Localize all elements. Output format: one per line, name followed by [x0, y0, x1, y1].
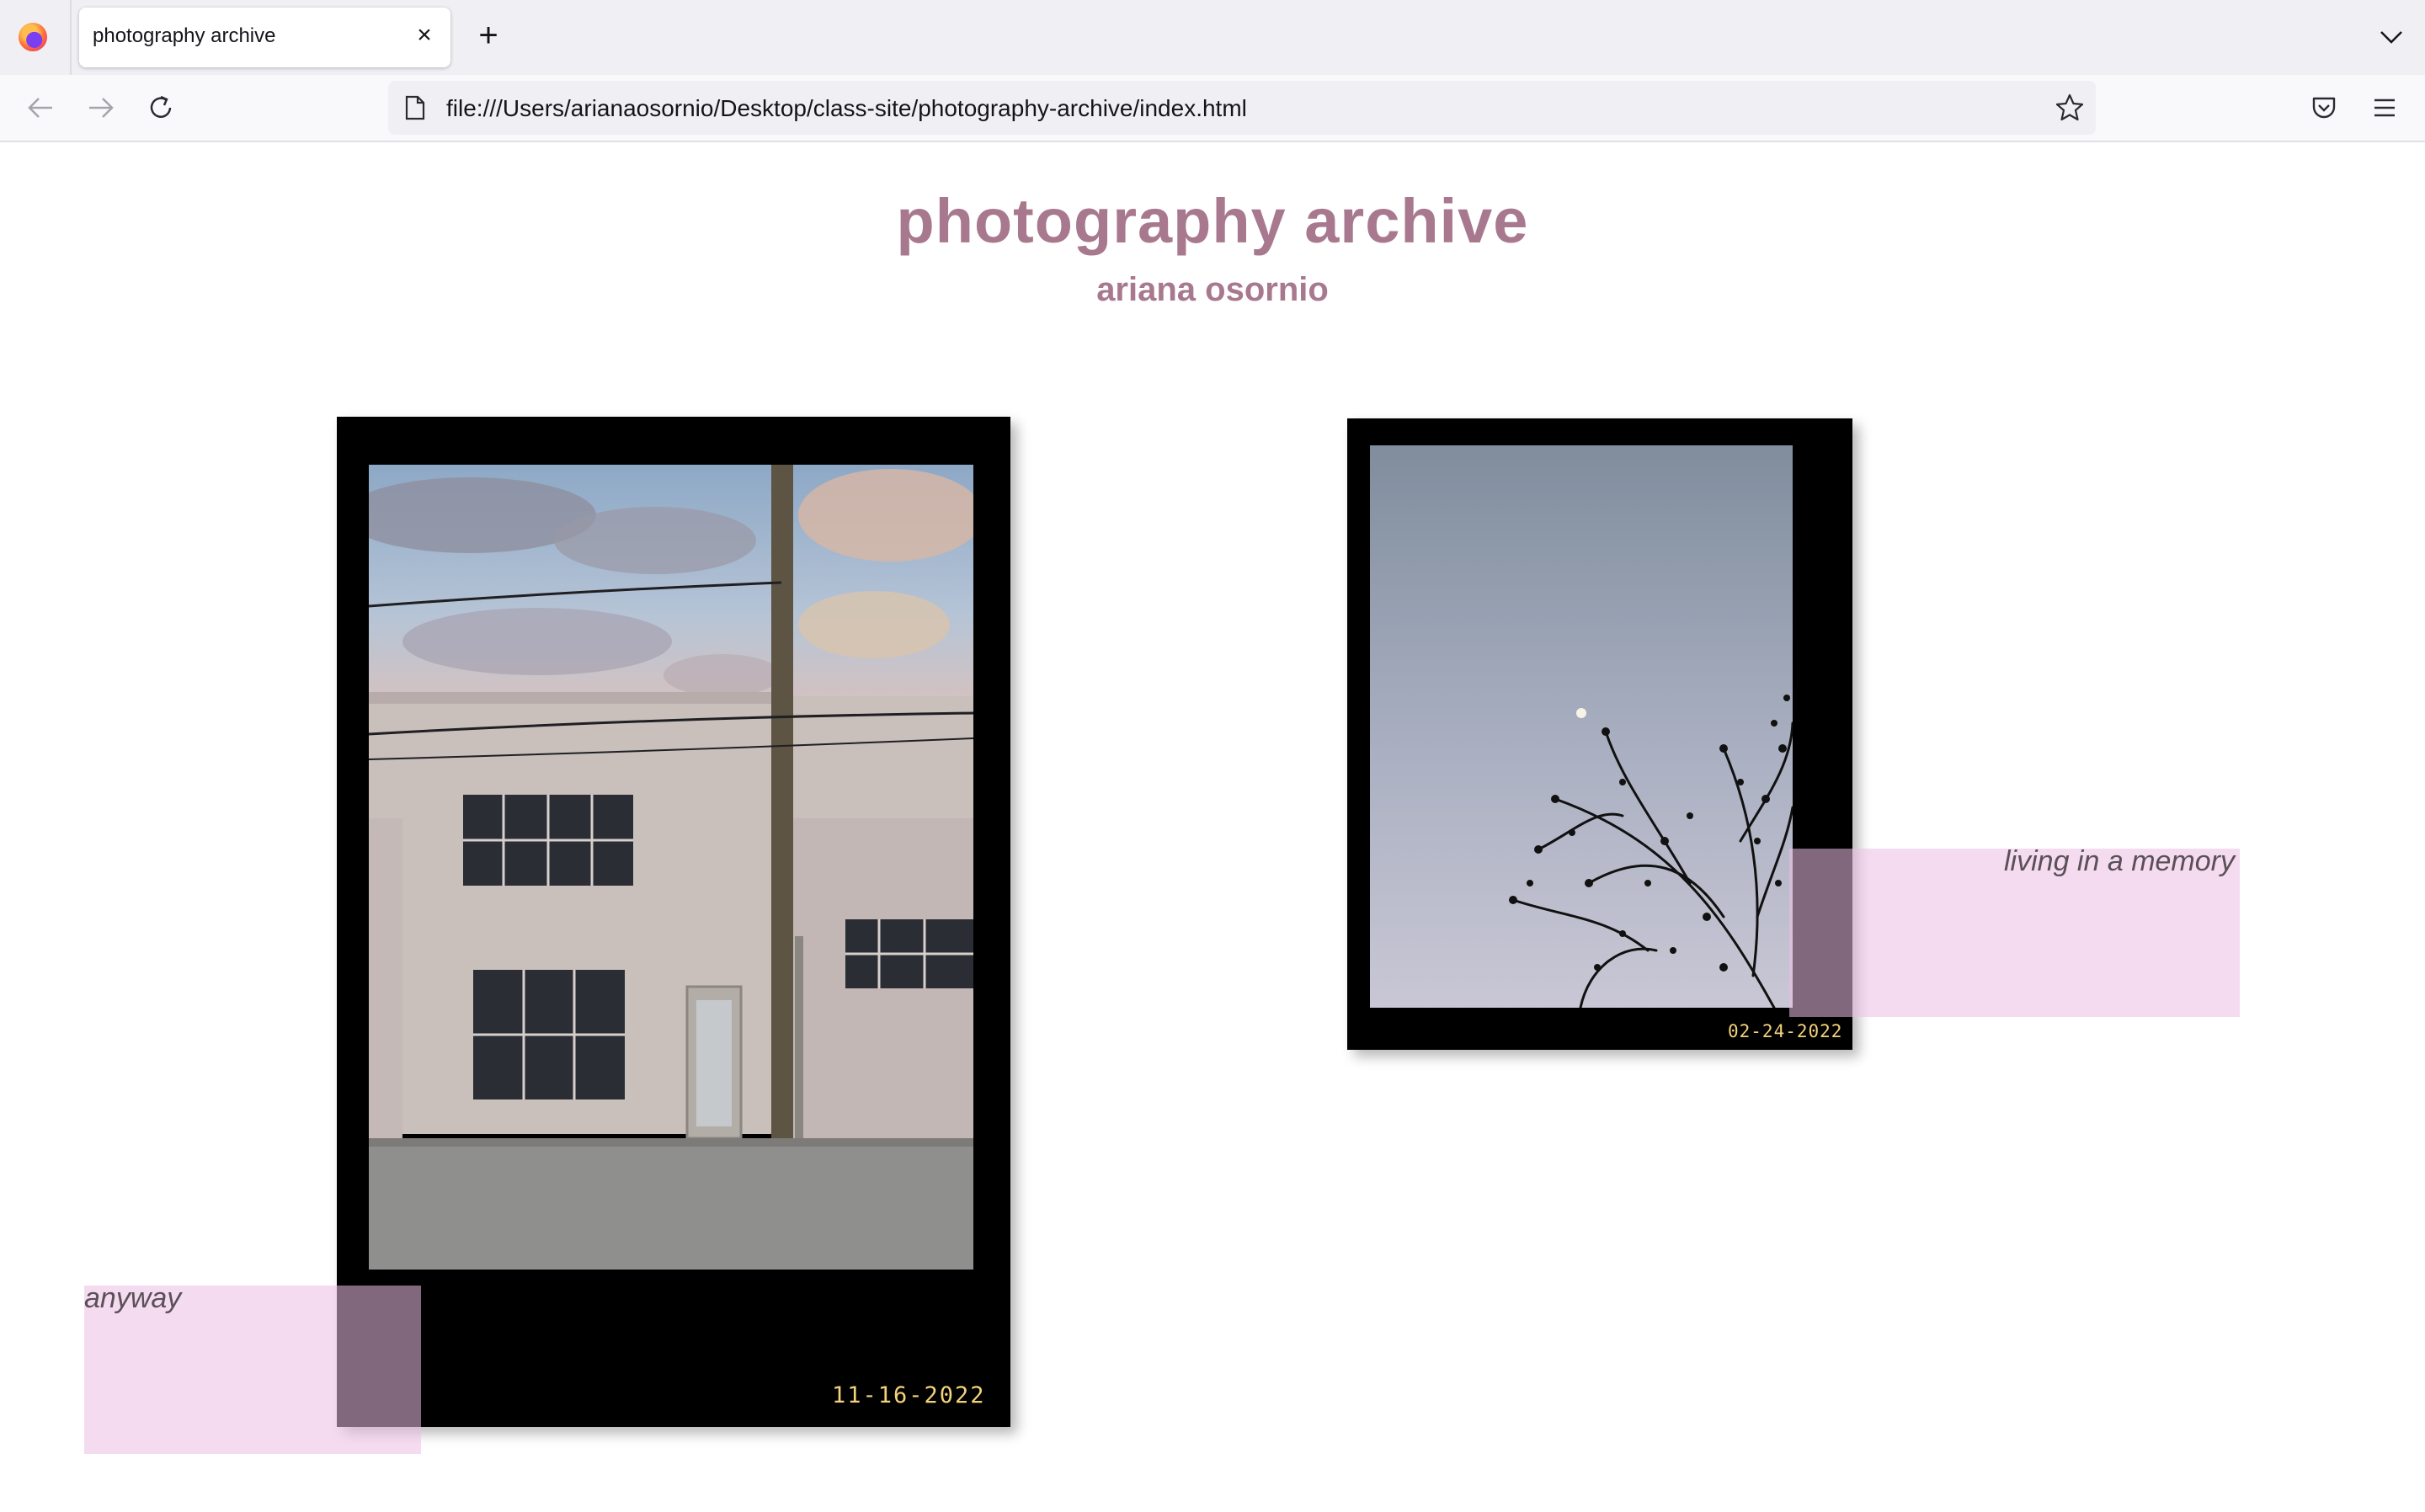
chevron-down-icon[interactable] — [2376, 22, 2406, 52]
star-icon[interactable] — [2053, 91, 2087, 125]
plus-icon[interactable]: + — [472, 19, 505, 52]
reload-icon[interactable] — [144, 91, 178, 125]
tab-separator — [70, 0, 72, 75]
caption-text-1: anyway — [84, 1282, 182, 1314]
forward-arrow-icon[interactable] — [84, 91, 118, 125]
photo-moon-branches[interactable] — [1370, 445, 1793, 1008]
caption-text-2: living in a memory — [2004, 845, 2235, 877]
page-subtitle: ariana osornio — [1096, 271, 1329, 308]
tab-title[interactable]: photography archive — [93, 24, 275, 48]
photo-date-1: 11-16-2022 — [832, 1382, 986, 1408]
pocket-icon[interactable] — [2307, 91, 2341, 125]
back-arrow-icon[interactable] — [24, 91, 57, 125]
url-text[interactable]: file:///Users/arianaosornio/Desktop/clas… — [446, 95, 1247, 122]
close-icon[interactable]: × — [413, 20, 436, 51]
page-icon — [405, 95, 425, 120]
page-title: photography archive — [896, 186, 1529, 256]
hamburger-menu-icon[interactable] — [2368, 91, 2401, 125]
photo-building[interactable] — [369, 465, 973, 1270]
firefox-logo-icon[interactable] — [19, 23, 47, 51]
photo-date-2: 02-24-2022 — [1728, 1021, 1843, 1041]
